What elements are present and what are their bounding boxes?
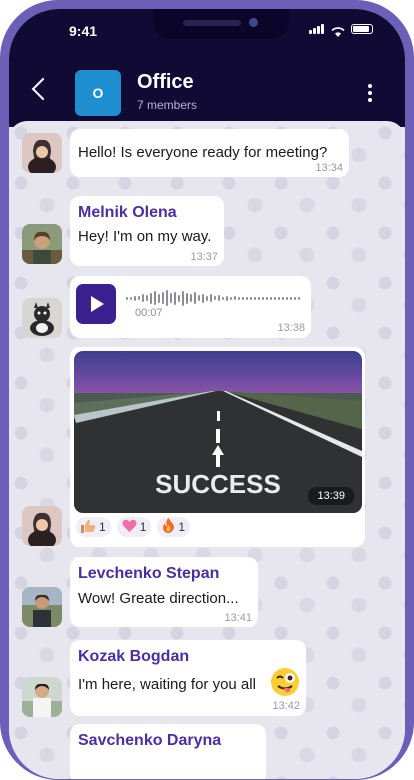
- message-bubble[interactable]: Melnik Olena Hey! I'm on my way. 13:37: [70, 196, 224, 266]
- message-text: Wow! Greate direction...: [78, 590, 239, 607]
- message-time: 13:38: [277, 322, 305, 334]
- message-bubble[interactable]: Savchenko Daryna: [70, 724, 266, 779]
- status-icons: [309, 24, 373, 37]
- reaction-count: 1: [178, 520, 186, 534]
- sender-name[interactable]: Levchenko Stepan: [78, 565, 219, 583]
- message-bubble[interactable]: Kozak Bogdan I'm here, waiting for you a…: [70, 640, 306, 716]
- wifi-icon: [331, 24, 345, 37]
- notch: [153, 9, 289, 39]
- message-bubble[interactable]: Hello! Is everyone ready for meeting? 13…: [70, 129, 349, 177]
- group-avatar[interactable]: O: [75, 70, 121, 116]
- message-bubble[interactable]: Levchenko Stepan Wow! Greate direction..…: [70, 557, 258, 627]
- avatar[interactable]: [22, 133, 62, 173]
- winking-face-emoji-icon: [270, 667, 300, 702]
- more-options-icon[interactable]: [368, 84, 372, 102]
- message-text: Hello! Is everyone ready for meeting?: [78, 144, 328, 161]
- speaker: [183, 20, 241, 26]
- screen: 9:41 O Office 7 members Hello! Is everyo…: [9, 9, 405, 779]
- reaction-count: 1: [99, 520, 106, 534]
- phone-frame: 9:41 O Office 7 members Hello! Is everyo…: [0, 0, 414, 780]
- photo-message-bubble[interactable]: SUCCESS 13:39 1 1 1: [70, 347, 365, 547]
- avatar[interactable]: [22, 224, 62, 264]
- signal-icon: [309, 24, 325, 34]
- chat-header: 9:41 O Office 7 members: [9, 9, 405, 127]
- avatar[interactable]: [22, 677, 62, 717]
- voice-duration: 00:07: [135, 307, 163, 319]
- heart-icon: [122, 519, 137, 536]
- success-road-text: SUCCESS: [155, 469, 281, 499]
- avatar[interactable]: [22, 506, 62, 546]
- message-time: 13:34: [315, 162, 343, 174]
- status-time: 9:41: [69, 23, 98, 39]
- message-list[interactable]: Hello! Is everyone ready for meeting? 13…: [9, 121, 405, 779]
- message-text: Hey! I'm on my way.: [78, 228, 212, 245]
- camera: [249, 18, 258, 27]
- reaction-fire[interactable]: 1: [157, 517, 191, 537]
- reactions-bar: 1 1 1: [76, 517, 191, 537]
- chat-title[interactable]: Office: [137, 71, 194, 94]
- avatar[interactable]: [22, 298, 62, 338]
- reaction-heart[interactable]: 1: [116, 517, 152, 537]
- thumbs-up-icon: [81, 519, 96, 536]
- reaction-thumbs-up[interactable]: 1: [76, 517, 111, 537]
- sender-name[interactable]: Savchenko Daryna: [78, 732, 221, 750]
- message-time: 13:37: [190, 251, 218, 263]
- message-time: 13:42: [272, 700, 300, 712]
- sender-name[interactable]: Kozak Bogdan: [78, 648, 189, 666]
- play-icon[interactable]: [76, 284, 116, 324]
- reaction-count: 1: [139, 520, 147, 534]
- voice-message-bubble[interactable]: 00:07 13:38: [70, 276, 311, 338]
- sender-name[interactable]: Melnik Olena: [78, 204, 177, 222]
- battery-icon: [351, 24, 373, 34]
- message-time: 13:41: [224, 612, 252, 624]
- fire-icon: [162, 518, 175, 536]
- avatar[interactable]: [22, 587, 62, 627]
- message-time: 13:39: [308, 487, 354, 505]
- member-count: 7 members: [137, 98, 198, 112]
- road-photo[interactable]: SUCCESS 13:39: [74, 351, 362, 513]
- back-arrow-icon[interactable]: [31, 77, 55, 101]
- message-text: I'm here, waiting for you all: [78, 676, 256, 693]
- audio-waveform[interactable]: [126, 290, 302, 306]
